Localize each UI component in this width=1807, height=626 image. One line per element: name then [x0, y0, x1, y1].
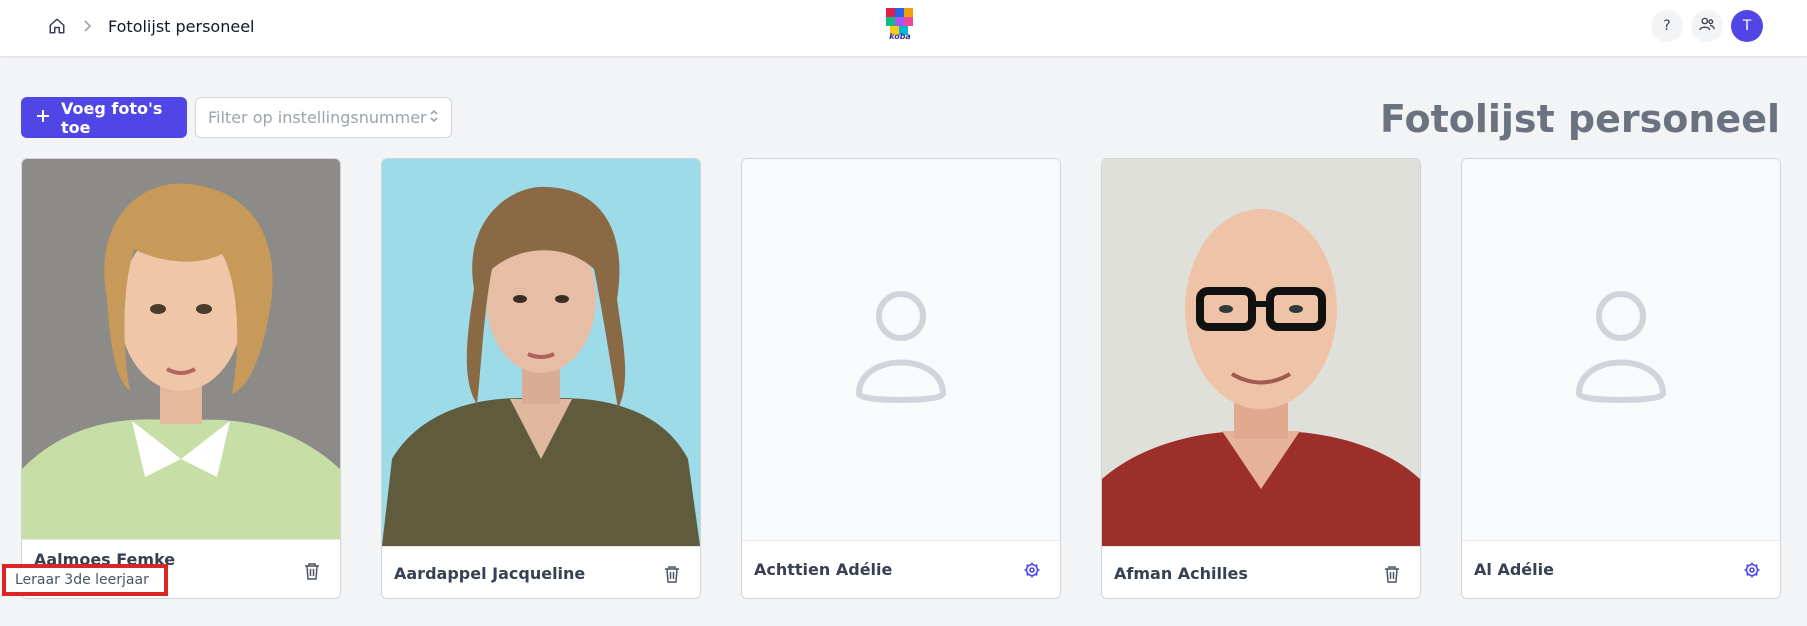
photo-placeholder [1462, 159, 1780, 540]
staff-card[interactable]: Afman Achilles [1101, 158, 1421, 599]
card-name: Al Adélie [1474, 560, 1554, 579]
top-bar: Fotolijst personeel koba ? T [0, 0, 1807, 57]
card-name: Achttien Adélie [754, 560, 893, 579]
card-footer: Achttien Adélie [742, 540, 1060, 598]
gear-icon[interactable] [1742, 560, 1762, 580]
card-footer: Al Adélie [1462, 540, 1780, 598]
add-photos-label: Voeg foto's toe [61, 98, 163, 137]
card-footer: Afman Achilles [1102, 546, 1420, 598]
staff-photo [22, 159, 340, 539]
help-button[interactable]: ? [1651, 10, 1683, 42]
add-photos-button[interactable]: Voeg foto's toe [21, 97, 187, 138]
staff-card[interactable]: Achttien Adélie [741, 158, 1061, 599]
card-role-highlighted: Leraar 3de leerjaar [2, 564, 168, 596]
users-icon [1698, 15, 1716, 37]
breadcrumb-title: Fotolijst personeel [108, 16, 255, 36]
user-placeholder-icon [853, 290, 949, 410]
filter-placeholder: Filter op instellingsnummer [208, 108, 427, 127]
staff-photo [1102, 159, 1420, 546]
card-name: Afman Achilles [1114, 564, 1248, 583]
user-placeholder-icon [1573, 290, 1669, 410]
trash-icon[interactable] [1382, 564, 1402, 584]
staff-card[interactable]: Al Adélie [1461, 158, 1781, 599]
breadcrumb: Fotolijst personeel [46, 12, 255, 40]
card-footer: Aardappel Jacqueline [382, 546, 700, 598]
filter-select[interactable]: Filter op instellingsnummer [195, 97, 452, 138]
trash-icon[interactable] [302, 561, 322, 581]
logo-text: koba [889, 32, 911, 41]
home-icon[interactable] [46, 15, 68, 37]
chevron-right-icon [82, 19, 96, 33]
trash-icon[interactable] [662, 564, 682, 584]
staff-photo [382, 159, 700, 546]
staff-card[interactable]: Aardappel Jacqueline [381, 158, 701, 599]
photo-placeholder [742, 159, 1060, 540]
gear-icon[interactable] [1022, 560, 1042, 580]
page-title: Fotolijst personeel [1380, 97, 1780, 141]
plus-icon [35, 108, 51, 128]
users-button[interactable] [1691, 10, 1723, 42]
card-name: Aardappel Jacqueline [394, 564, 586, 583]
staff-card[interactable]: Aalmoes Femke [21, 158, 341, 599]
select-arrows-icon [429, 108, 439, 128]
user-avatar[interactable]: T [1731, 10, 1763, 42]
